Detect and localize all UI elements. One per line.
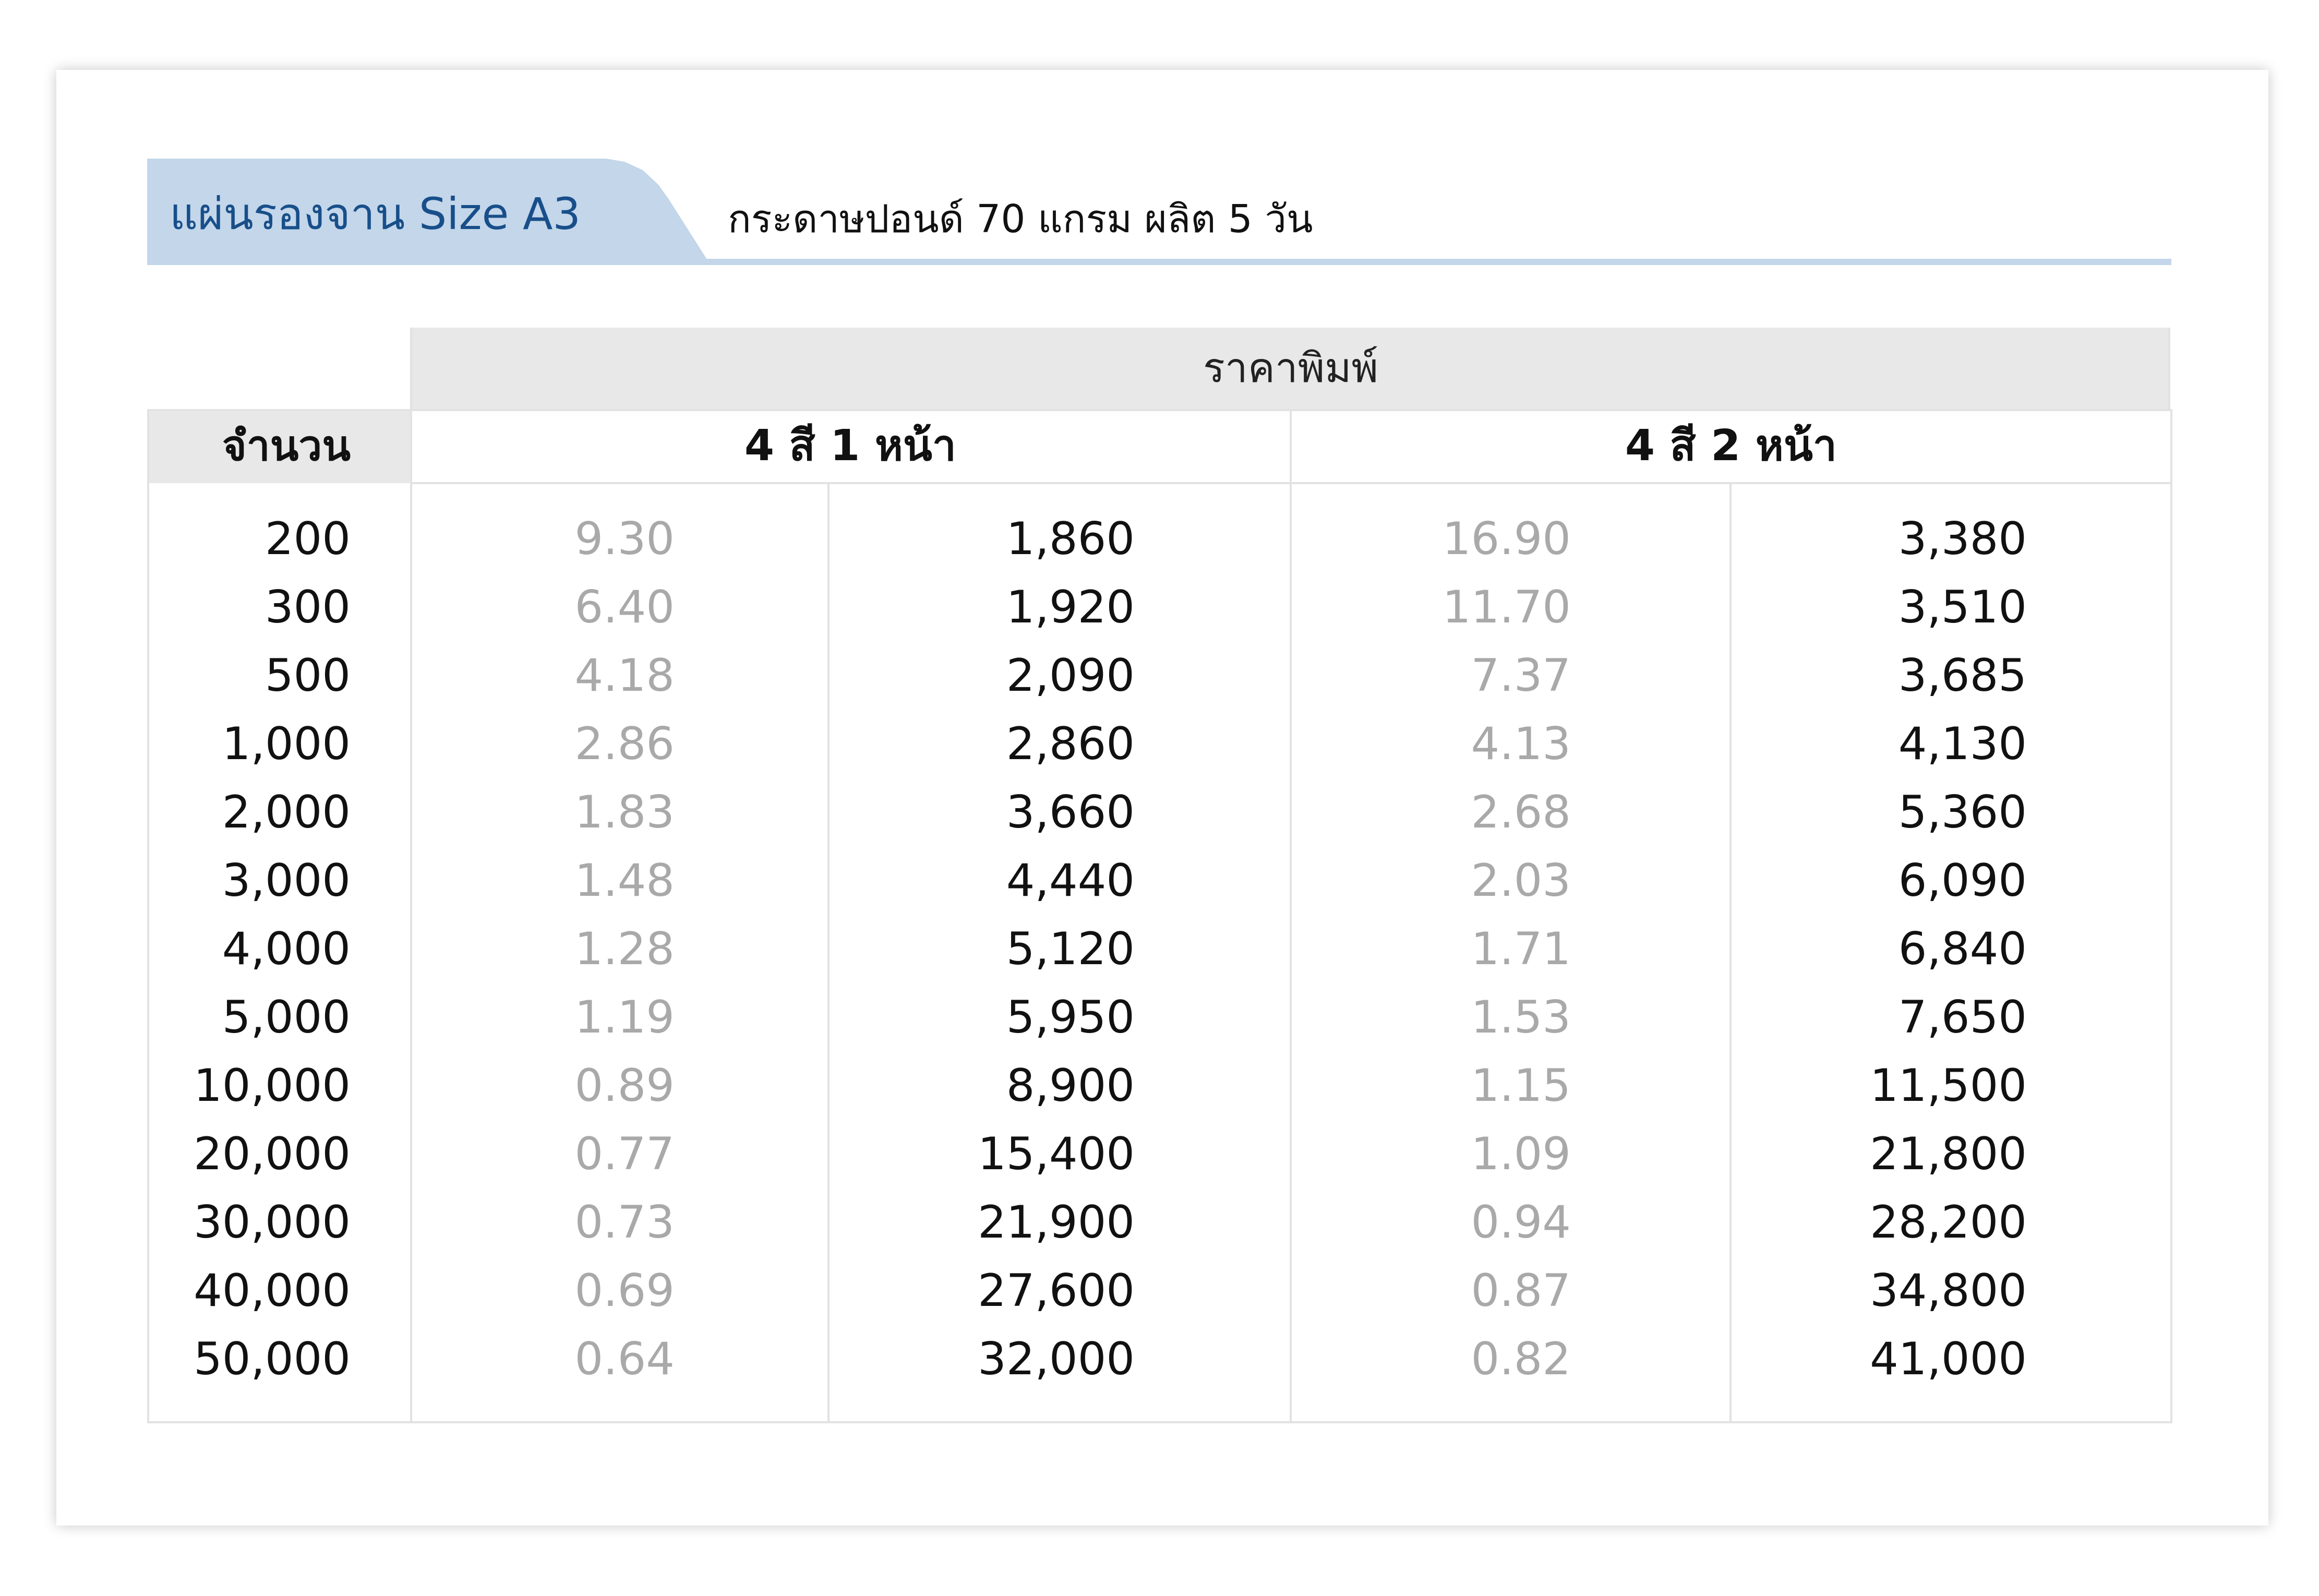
- total-price-one-side: 32,000: [978, 1333, 1135, 1385]
- table-row: 500 4.18 2,090 7.37 3,685: [0, 642, 2319, 710]
- total-price-one-side: 1,860: [1006, 513, 1135, 565]
- table-row: 50,000 0.64 32,000 0.82 41,000: [0, 1325, 2319, 1394]
- total-price-one-side: 4,440: [1006, 855, 1135, 907]
- total-price-one-side: 15,400: [978, 1128, 1135, 1180]
- total-price-one-side: 2,860: [1006, 718, 1135, 770]
- table-row: 30,000 0.73 21,900 0.94 28,200: [0, 1189, 2319, 1257]
- table-row: 2,000 1.83 3,660 2.68 5,360: [0, 778, 2319, 847]
- quantity-cell: 10,000: [194, 1060, 351, 1112]
- total-price-two-side: 7,650: [1898, 991, 2027, 1043]
- unit-price-one-side: 1.48: [574, 855, 675, 907]
- unit-price-two-side: 2.03: [1471, 855, 1571, 907]
- total-price-one-side: 8,900: [1006, 1060, 1135, 1112]
- total-price-one-side: 5,950: [1006, 991, 1135, 1043]
- table-row: 3,000 1.48 4,440 2.03 6,090: [0, 847, 2319, 915]
- column-header-one-side: 4 สี 1 หน้า: [744, 421, 956, 471]
- total-price-one-side: 27,600: [978, 1265, 1135, 1317]
- unit-price-one-side: 6.40: [574, 581, 675, 633]
- total-price-two-side: 3,510: [1898, 581, 2027, 633]
- total-price-two-side: 28,200: [1870, 1196, 2027, 1249]
- total-price-one-side: 5,120: [1006, 923, 1135, 975]
- page-subtitle: กระดาษปอนด์ 70 แกรม ผลิต 5 วัน: [728, 197, 1313, 242]
- quantity-cell: 3,000: [222, 855, 351, 907]
- unit-price-two-side: 1.53: [1471, 991, 1571, 1043]
- unit-price-one-side: 0.64: [574, 1333, 675, 1385]
- unit-price-two-side: 1.15: [1471, 1060, 1571, 1112]
- quantity-cell: 30,000: [194, 1196, 351, 1249]
- total-price-two-side: 3,685: [1898, 650, 2027, 702]
- quantity-cell: 50,000: [194, 1333, 351, 1385]
- total-price-two-side: 6,840: [1898, 923, 2027, 975]
- unit-price-two-side: 2.68: [1471, 786, 1571, 838]
- total-price-one-side: 3,660: [1006, 786, 1135, 838]
- table-row: 1,000 2.86 2,860 4.13 4,130: [0, 710, 2319, 778]
- quantity-cell: 200: [265, 513, 351, 565]
- total-price-one-side: 2,090: [1006, 650, 1135, 702]
- quantity-cell: 500: [265, 650, 351, 702]
- quantity-cell: 4,000: [222, 923, 351, 975]
- total-price-two-side: 4,130: [1898, 718, 2027, 770]
- unit-price-two-side: 1.09: [1471, 1128, 1571, 1180]
- quantity-cell: 5,000: [222, 991, 351, 1043]
- unit-price-one-side: 9.30: [574, 513, 675, 565]
- title-underline: [147, 259, 2171, 265]
- page-title: แผ่นรองจาน Size A3: [170, 188, 581, 239]
- unit-price-two-side: 4.13: [1471, 718, 1571, 770]
- table-row: 40,000 0.69 27,600 0.87 34,800: [0, 1257, 2319, 1325]
- unit-price-one-side: 2.86: [574, 718, 675, 770]
- total-price-two-side: 5,360: [1898, 786, 2027, 838]
- unit-price-two-side: 0.94: [1471, 1196, 1571, 1249]
- unit-price-one-side: 0.89: [574, 1060, 675, 1112]
- total-price-one-side: 21,900: [978, 1196, 1135, 1249]
- unit-price-two-side: 16.90: [1442, 513, 1571, 565]
- total-price-two-side: 3,380: [1898, 513, 2027, 565]
- total-price-two-side: 34,800: [1870, 1265, 2027, 1317]
- total-price-two-side: 41,000: [1870, 1333, 2027, 1385]
- unit-price-one-side: 0.73: [574, 1196, 675, 1249]
- table-row: 20,000 0.77 15,400 1.09 21,800: [0, 1120, 2319, 1189]
- unit-price-two-side: 1.71: [1471, 923, 1571, 975]
- table-row: 10,000 0.89 8,900 1.15 11,500: [0, 1052, 2319, 1120]
- unit-price-one-side: 0.77: [574, 1128, 675, 1180]
- quantity-cell: 2,000: [222, 786, 351, 838]
- total-price-two-side: 11,500: [1870, 1060, 2027, 1112]
- quantity-cell: 300: [265, 581, 351, 633]
- table-row: 300 6.40 1,920 11.70 3,510: [0, 573, 2319, 642]
- unit-price-one-side: 4.18: [574, 650, 675, 702]
- unit-price-two-side: 7.37: [1471, 650, 1571, 702]
- unit-price-one-side: 0.69: [574, 1265, 675, 1317]
- unit-price-one-side: 1.83: [574, 786, 675, 838]
- total-price-one-side: 1,920: [1006, 581, 1135, 633]
- total-price-two-side: 21,800: [1870, 1128, 2027, 1180]
- table-row: 4,000 1.28 5,120 1.71 6,840: [0, 915, 2319, 983]
- unit-price-one-side: 1.19: [574, 991, 675, 1043]
- quantity-cell: 20,000: [194, 1128, 351, 1180]
- table-row: 5,000 1.19 5,950 1.53 7,650: [0, 983, 2319, 1052]
- unit-price-one-side: 1.28: [574, 923, 675, 975]
- column-header-two-side: 4 สี 2 หน้า: [1625, 421, 1837, 471]
- unit-price-two-side: 11.70: [1442, 581, 1571, 633]
- price-group-header: ราคาพิมพ์: [1203, 345, 1378, 392]
- quantity-cell: 1,000: [222, 718, 351, 770]
- total-price-two-side: 6,090: [1898, 855, 2027, 907]
- table-row: 200 9.30 1,860 16.90 3,380: [0, 505, 2319, 573]
- band-right-edge: [2168, 328, 2170, 411]
- unit-price-two-side: 0.82: [1471, 1333, 1571, 1385]
- unit-price-two-side: 0.87: [1471, 1265, 1571, 1317]
- quantity-cell: 40,000: [194, 1265, 351, 1317]
